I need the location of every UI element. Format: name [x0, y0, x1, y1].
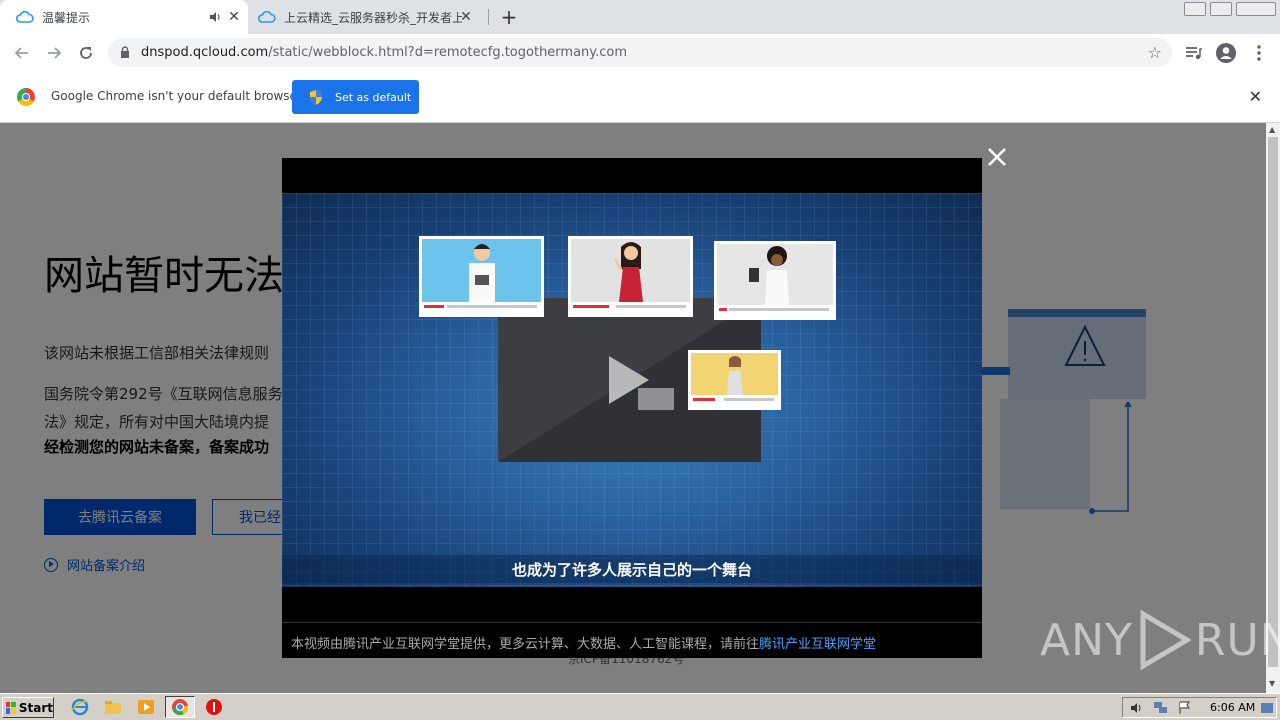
windows-taskbar: Start 6:06 AM [0, 693, 1280, 720]
system-tray: 6:06 AM [1122, 697, 1277, 718]
watermark-play-icon [1140, 610, 1191, 670]
card-progress [571, 302, 690, 314]
speaker-icon[interactable] [208, 10, 222, 24]
internet-explorer-icon[interactable] [71, 698, 89, 716]
video-footer-desc: 本视频由腾讯产业互联网学堂提供，更多云计算、大数据、人工智能课程，请前往 [291, 637, 760, 652]
lock-icon[interactable] [120, 46, 130, 58]
maximize-button[interactable] [1210, 2, 1232, 16]
close-tab-icon[interactable]: ✕ [458, 9, 474, 25]
url-path: /static/webblock.html?d=remotecfg.togoth… [268, 45, 628, 60]
close-window-button[interactable] [1236, 2, 1276, 16]
presenter-woman-icon [727, 356, 743, 395]
anyrun-watermark: ANY RUN [1040, 608, 1280, 672]
video-footer-link[interactable]: 腾讯产业互联网学堂 [759, 637, 876, 652]
start-button[interactable]: Start [2, 697, 54, 718]
scroll-up-icon[interactable]: ▲ [1269, 125, 1275, 134]
minimize-button[interactable] [1184, 2, 1206, 16]
address-bar[interactable]: dnspod.qcloud.com/static/webblock.html?d… [108, 38, 1172, 67]
back-button[interactable] [9, 40, 35, 66]
watermark-right: RUN [1194, 614, 1280, 666]
card-progress [422, 302, 541, 314]
video-subtitle: 也成为了许多人展示自己的一个舞台 [282, 555, 982, 583]
presenter-man-icon [469, 244, 495, 302]
curly-hair-woman-icon [749, 246, 789, 305]
reload-button[interactable] [73, 40, 99, 66]
profile-avatar-icon[interactable] [1215, 42, 1237, 64]
card-scene [717, 244, 833, 305]
card-scene [422, 239, 541, 302]
media-player-icon[interactable] [137, 698, 155, 716]
close-infobar-icon[interactable]: ✕ [1249, 87, 1262, 106]
tab-strip: 温馨提示 ✕ 上云精选_云服务器秒杀_开发者上云 ✕ + [0, 0, 1280, 34]
arrow-left-icon [14, 47, 28, 59]
bookmark-star-icon[interactable]: ☆ [1148, 43, 1162, 62]
close-tab-icon[interactable]: ✕ [226, 9, 242, 25]
cloud-icon [258, 11, 276, 23]
video-card-4 [688, 350, 781, 410]
folder-icon[interactable] [104, 698, 122, 716]
menu-kebab-icon[interactable] [1248, 42, 1270, 64]
show-desktop-icon[interactable] [1260, 702, 1274, 714]
reload-icon [80, 47, 92, 59]
video-player[interactable]: 也成为了许多人展示自己的一个舞台 [282, 193, 982, 587]
url-host: dnspod.qcloud.com [141, 45, 269, 60]
video-footer-text: 本视频由腾讯产业互联网学堂提供，更多云计算、大数据、人工智能课程，请前往腾讯产业… [291, 633, 876, 652]
close-modal-icon[interactable] [986, 146, 1008, 168]
tab-separator [488, 9, 489, 25]
infobar-message: Google Chrome isn't your default browser [51, 89, 302, 103]
arrow-right-icon [48, 47, 62, 59]
url-text: dnspod.qcloud.com/static/webblock.html?d… [141, 45, 627, 60]
cloud-icon [16, 11, 34, 23]
video-card-3 [714, 241, 836, 320]
media-control-icon[interactable] [1182, 42, 1204, 64]
scroll-down-icon[interactable]: ▼ [1269, 679, 1275, 688]
tab-title: 上云精选_云服务器秒杀_开发者上云 [284, 10, 462, 25]
watermark-left: ANY [1040, 614, 1133, 666]
chrome-taskbar-button[interactable] [165, 696, 195, 718]
card-scene [691, 353, 778, 395]
chrome-logo-icon [17, 88, 35, 106]
waving-woman-icon [613, 242, 643, 302]
tab-title: 温馨提示 [42, 10, 91, 25]
stop-sign-icon[interactable] [205, 698, 223, 716]
set-as-default-button[interactable]: Set as default [292, 80, 419, 114]
clock: 6:06 AM [1210, 701, 1256, 714]
tab-active[interactable]: 温馨提示 ✕ [0, 0, 248, 34]
tab-inactive[interactable]: 上云精选_云服务器秒杀_开发者上云 ✕ [250, 0, 488, 34]
network-icon[interactable] [1153, 701, 1169, 715]
video-footer: 本视频由腾讯产业互联网学堂提供，更多云计算、大数据、人工智能课程，请前往腾讯产业… [282, 622, 982, 658]
start-label: Start [18, 700, 53, 715]
video-card-2 [568, 236, 693, 317]
set-as-default-label: Set as default [335, 90, 412, 104]
default-browser-infobar: Google Chrome isn't your default browser… [0, 72, 1280, 123]
camera-icon [638, 388, 674, 410]
volume-icon[interactable] [1129, 701, 1145, 715]
chrome-icon [172, 699, 189, 716]
forward-button[interactable] [41, 40, 67, 66]
card-scene [571, 239, 690, 302]
flag-icon[interactable] [1177, 701, 1193, 715]
uac-shield-icon [310, 89, 322, 105]
card-progress [717, 305, 833, 317]
browser-toolbar: dnspod.qcloud.com/static/webblock.html?d… [0, 34, 1280, 72]
video-card-1 [419, 236, 544, 317]
scrollbar-thumb[interactable] [1268, 137, 1278, 667]
card-progress [691, 395, 778, 407]
windows-logo-icon [6, 701, 16, 714]
video-modal: 也成为了许多人展示自己的一个舞台 本视频由腾讯产业互联网学堂提供，更多云计算、大… [282, 158, 982, 658]
new-tab-button[interactable]: + [498, 6, 520, 28]
